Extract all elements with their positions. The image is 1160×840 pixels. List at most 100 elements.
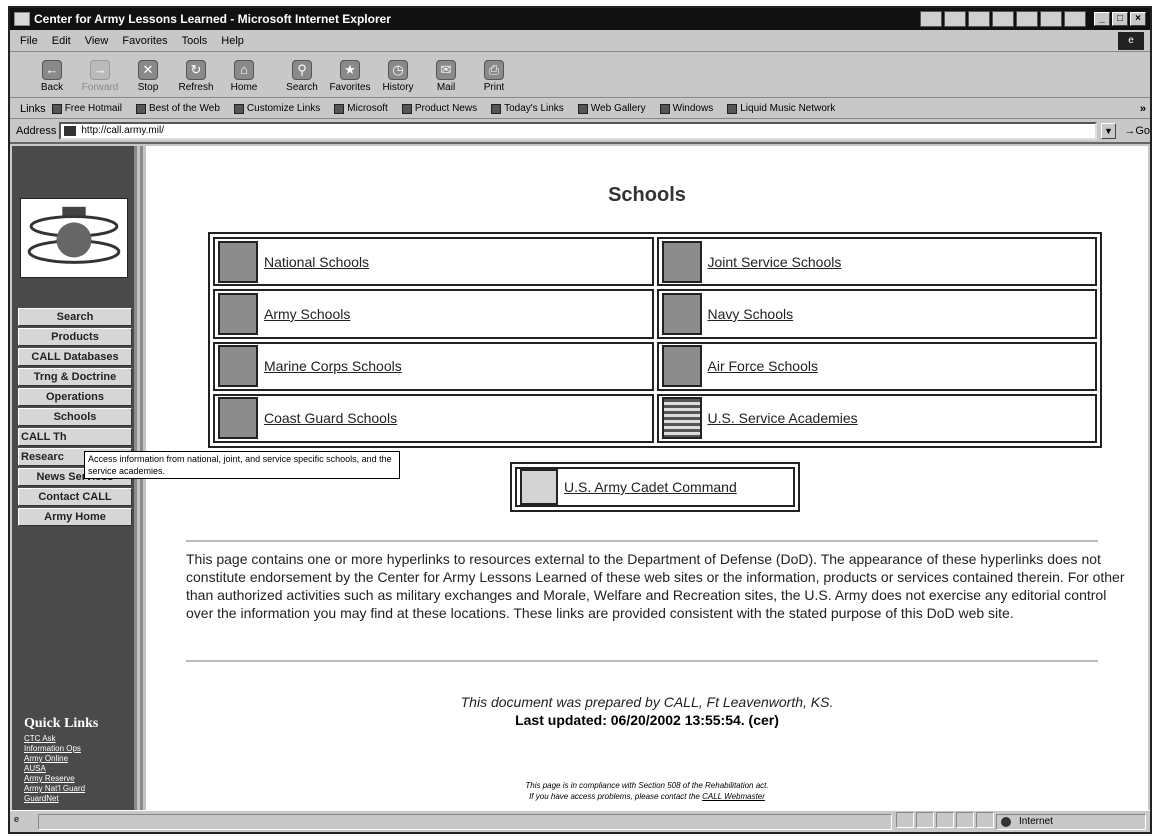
link-web-gallery[interactable]: Web Gallery bbox=[577, 103, 646, 114]
link-todays-links[interactable]: Today's Links bbox=[491, 103, 564, 114]
menu-tools[interactable]: Tools bbox=[182, 35, 208, 47]
address-input[interactable]: http://call.army.mil/ bbox=[59, 122, 1097, 140]
forward-button[interactable]: → Forward bbox=[78, 60, 122, 93]
quick-link-information-ops[interactable]: Information Ops bbox=[24, 744, 85, 754]
webmaster-link[interactable]: CALL Webmaster bbox=[702, 792, 765, 801]
link-liquid-music-network[interactable]: Liquid Music Network bbox=[727, 103, 835, 114]
menu-edit[interactable]: Edit bbox=[52, 35, 71, 47]
quick-link-guardnet[interactable]: GuardNet bbox=[24, 794, 85, 804]
print-button[interactable]: ⎙ Print bbox=[472, 60, 516, 93]
stop-button[interactable]: ✕ Stop bbox=[126, 60, 170, 93]
cadet-command-map-icon bbox=[520, 469, 558, 505]
call-logo bbox=[20, 198, 128, 278]
link-windows[interactable]: Windows bbox=[659, 103, 713, 114]
tray-app-icon[interactable] bbox=[1064, 11, 1086, 27]
home-button[interactable]: ⌂ Home bbox=[222, 60, 266, 93]
taskbar-tray bbox=[920, 11, 1086, 27]
back-button[interactable]: ← Back bbox=[30, 60, 74, 93]
nav-call-thesaurus-button[interactable]: CALL Th bbox=[18, 428, 132, 446]
quick-link-army-online[interactable]: Army Online bbox=[24, 754, 85, 764]
links-bar: Links Free Hotmail Best of the Web Custo… bbox=[10, 99, 1150, 119]
coast-guard-schools-link[interactable]: Coast Guard Schools bbox=[213, 393, 654, 443]
tray-app-icon[interactable] bbox=[1040, 11, 1062, 27]
nav-products-button[interactable]: Products bbox=[18, 328, 132, 346]
marine-corps-emblem-icon bbox=[218, 345, 258, 388]
schools-tooltip: Access information from national, joint,… bbox=[84, 451, 400, 479]
favorites-icon: ★ bbox=[340, 60, 360, 80]
stop-icon: ✕ bbox=[138, 60, 158, 80]
menu-file[interactable]: File bbox=[20, 35, 38, 47]
service-academies-link[interactable]: U.S. Service Academies bbox=[656, 393, 1097, 443]
nav-trng-doctrine-button[interactable]: Trng & Doctrine bbox=[18, 368, 132, 386]
standard-toolbar: ← Back → Forward ✕ Stop ↻ Refresh ⌂ Home ⚲ Sea… bbox=[10, 52, 1150, 98]
refresh-icon: ↻ bbox=[186, 60, 206, 80]
section-508-notice: This page is in compliance with Section … bbox=[525, 781, 769, 801]
nav-operations-button[interactable]: Operations bbox=[18, 388, 132, 406]
army-seal-icon bbox=[218, 292, 258, 335]
cadet-command-link[interactable]: U.S. Army Cadet Command bbox=[515, 467, 795, 507]
quick-link-ausa[interactable]: AUSA bbox=[24, 764, 85, 774]
tray-app-icon[interactable] bbox=[920, 11, 942, 27]
tray-app-icon[interactable] bbox=[992, 11, 1014, 27]
sidebar-border bbox=[134, 146, 146, 812]
joint-service-schools-link[interactable]: Joint Service Schools bbox=[656, 237, 1097, 287]
tray-app-icon[interactable] bbox=[968, 11, 990, 27]
tray-app-icon[interactable] bbox=[944, 11, 966, 27]
link-product-news[interactable]: Product News bbox=[401, 103, 477, 114]
quick-links-list: CTC Ask Information Ops Army Online AUSA… bbox=[24, 734, 85, 804]
link-microsoft[interactable]: Microsoft bbox=[334, 103, 388, 114]
tray-app-icon[interactable] bbox=[1016, 11, 1038, 27]
nav-search-button[interactable]: Search bbox=[18, 308, 132, 326]
history-icon: ◷ bbox=[388, 60, 408, 80]
maximize-button[interactable]: □ bbox=[1112, 12, 1128, 26]
links-more-chevron-icon[interactable]: » bbox=[1140, 103, 1146, 115]
search-button[interactable]: ⚲ Search bbox=[280, 60, 324, 93]
address-dropdown-button[interactable]: ▼ bbox=[1100, 123, 1117, 139]
page-viewport: Search Products CALL Databases Trng & Do… bbox=[12, 146, 1148, 812]
external-links-disclaimer: This page contains one or more hyperlink… bbox=[186, 551, 1125, 621]
divider bbox=[186, 540, 1098, 542]
menu-favorites[interactable]: Favorites bbox=[122, 35, 167, 47]
close-button[interactable]: × bbox=[1130, 12, 1146, 26]
schools-table: National Schools Joint Service Schools A… bbox=[208, 232, 1102, 448]
main-content: Schools National Schools Joint Service S… bbox=[146, 146, 1148, 812]
history-button[interactable]: ◷ History bbox=[376, 60, 420, 93]
page-title: Schools bbox=[608, 184, 686, 206]
nav-army-home-button[interactable]: Army Home bbox=[18, 508, 132, 526]
status-bar: e Internet bbox=[10, 810, 1150, 832]
nav-call-databases-button[interactable]: CALL Databases bbox=[18, 348, 132, 366]
status-page-icon: e bbox=[14, 813, 20, 824]
refresh-button[interactable]: ↻ Refresh bbox=[174, 60, 218, 93]
favorites-button[interactable]: ★ Favorites bbox=[328, 60, 372, 93]
page-icon bbox=[401, 103, 412, 114]
minimize-button[interactable]: _ bbox=[1094, 12, 1110, 26]
quick-link-army-natl-guard[interactable]: Army Nat'l Guard bbox=[24, 784, 85, 794]
menu-help[interactable]: Help bbox=[221, 35, 244, 47]
us-flag-icon bbox=[661, 397, 702, 440]
link-free-hotmail[interactable]: Free Hotmail bbox=[51, 103, 122, 114]
menu-view[interactable]: View bbox=[85, 35, 109, 47]
last-updated-text: Last updated: 06/20/2002 13:55:54. (cer) bbox=[515, 712, 779, 728]
link-best-of-the-web[interactable]: Best of the Web bbox=[135, 103, 220, 114]
air-force-emblem-icon bbox=[661, 345, 702, 388]
ie-page-icon bbox=[14, 12, 30, 26]
navy-schools-link[interactable]: Navy Schools bbox=[656, 289, 1097, 339]
air-force-schools-link[interactable]: Air Force Schools bbox=[656, 341, 1097, 391]
internet-globe-icon bbox=[1001, 816, 1011, 827]
page-icon bbox=[727, 103, 738, 114]
prepared-by-text: This document was prepared by CALL, Ft L… bbox=[460, 694, 834, 710]
sidebar: Search Products CALL Databases Trng & Do… bbox=[12, 146, 134, 812]
nav-schools-button[interactable]: Schools bbox=[18, 408, 132, 426]
marine-corps-schools-link[interactable]: Marine Corps Schools bbox=[213, 341, 654, 391]
quick-link-army-reserve[interactable]: Army Reserve bbox=[24, 774, 85, 784]
go-button[interactable]: →Go bbox=[1124, 125, 1150, 137]
mail-button[interactable]: ✉ Mail bbox=[424, 60, 468, 93]
nav-contact-call-button[interactable]: Contact CALL bbox=[18, 488, 132, 506]
back-arrow-icon: ← bbox=[42, 60, 62, 80]
status-cells bbox=[896, 812, 996, 831]
army-schools-link[interactable]: Army Schools bbox=[213, 289, 654, 339]
national-schools-link[interactable]: National Schools bbox=[213, 237, 654, 287]
quick-link-ctc-ask[interactable]: CTC Ask bbox=[24, 734, 85, 744]
link-customize-links[interactable]: Customize Links bbox=[233, 103, 320, 114]
joint-service-seal-icon bbox=[661, 240, 702, 283]
